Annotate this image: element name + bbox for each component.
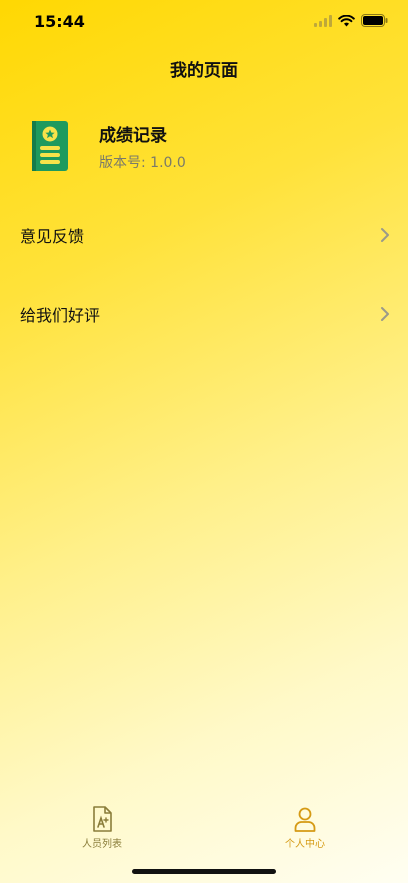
status-bar: 15:44	[0, 0, 408, 44]
tab-member-list[interactable]: 人员列表	[72, 806, 132, 850]
menu-item-feedback[interactable]: 意见反馈	[0, 207, 408, 263]
status-time: 15:44	[34, 12, 85, 31]
battery-icon	[361, 14, 388, 27]
tab-profile[interactable]: 个人中心	[275, 806, 335, 850]
chevron-right-icon	[381, 228, 389, 242]
wifi-icon	[338, 14, 355, 26]
status-icons	[314, 14, 388, 27]
app-name: 成绩记录	[99, 126, 167, 146]
tab-label: 个人中心	[285, 839, 325, 850]
tab-label: 人员列表	[82, 839, 122, 850]
notebook-icon	[32, 121, 68, 171]
menu-item-rate-us[interactable]: 给我们好评	[0, 286, 408, 342]
page-title: 我的页面	[170, 61, 238, 81]
document-person-icon	[93, 806, 112, 832]
menu-item-label: 给我们好评	[20, 306, 101, 325]
user-icon	[294, 807, 316, 832]
app-version: 版本号: 1.0.0	[99, 155, 186, 171]
signal-icon	[314, 14, 332, 27]
menu-item-label: 意见反馈	[20, 227, 85, 246]
home-indicator	[132, 869, 276, 874]
chevron-right-icon	[381, 307, 389, 321]
